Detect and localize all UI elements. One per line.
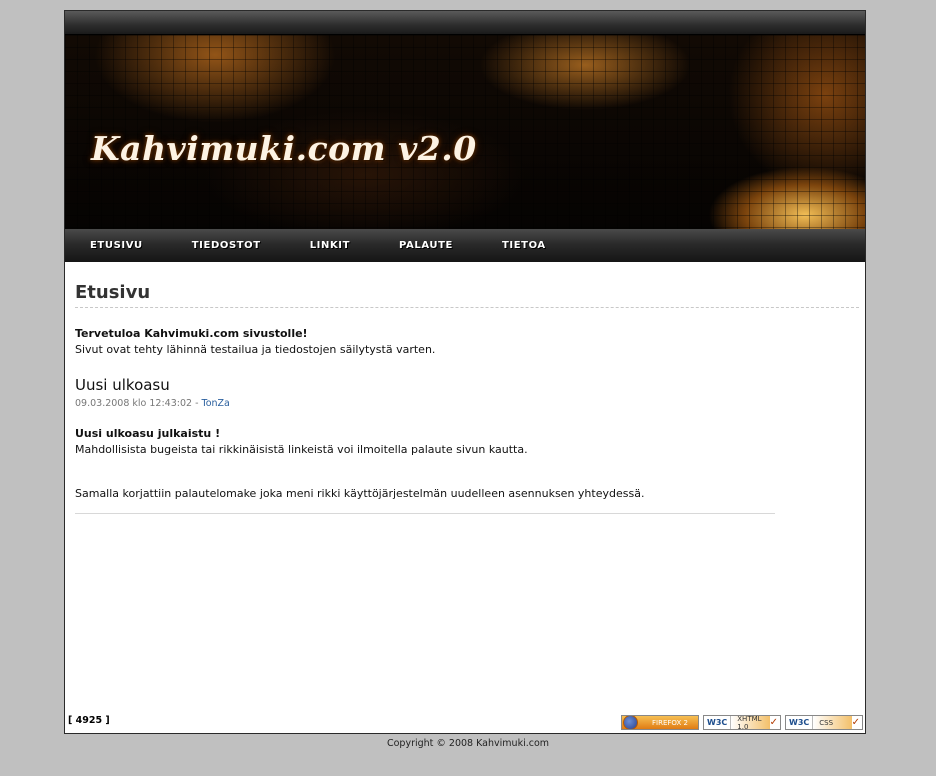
news-body: Uusi ulkoasu julkaistu ! Mahdollisista b… bbox=[75, 426, 775, 502]
firefox-badge-label: FIREFOX 2 bbox=[652, 718, 688, 727]
nav-item-linkit[interactable]: LINKIT bbox=[310, 240, 350, 251]
css-badge-label: CSS bbox=[813, 716, 852, 729]
nav-item-tiedostot[interactable]: TIEDOSTOT bbox=[192, 240, 261, 251]
page-frame: Kahvimuki.com v2.0 ETUSIVU TIEDOSTOT LIN… bbox=[64, 10, 866, 734]
checkmark-icon: ✓ bbox=[851, 717, 860, 728]
firefox-badge[interactable]: FIREFOX 2 bbox=[621, 715, 699, 730]
news-body-line-1: Mahdollisista bugeista tai rikkinäisistä… bbox=[75, 443, 528, 456]
page-title: Etusivu bbox=[75, 282, 859, 308]
nav-item-etusivu[interactable]: ETUSIVU bbox=[90, 240, 143, 251]
visitor-counter: [ 4925 ] bbox=[68, 715, 110, 726]
xhtml-badge-label: XHTML 1.0 bbox=[731, 716, 770, 729]
w3c-logo-icon: W3C bbox=[704, 716, 732, 729]
nav-item-tietoa[interactable]: TIETOA bbox=[502, 240, 546, 251]
xhtml-valid-badge[interactable]: W3C XHTML 1.0 ✓ bbox=[703, 715, 781, 730]
top-bar bbox=[65, 11, 865, 35]
badges: FIREFOX 2 W3C XHTML 1.0 ✓ W3C CSS ✓ bbox=[621, 715, 863, 730]
firefox-logo-icon bbox=[623, 716, 638, 729]
intro-text: Sivut ovat tehty lähinnä testailua ja ti… bbox=[75, 343, 436, 356]
news-author-link[interactable]: TonZa bbox=[202, 398, 230, 409]
news-separator bbox=[75, 513, 775, 514]
css-valid-badge[interactable]: W3C CSS ✓ bbox=[785, 715, 863, 730]
footer-copyright: Copyright © 2008 Kahvimuki.com bbox=[386, 738, 550, 749]
w3c-logo-icon: W3C bbox=[786, 716, 814, 729]
intro-heading: Tervetuloa Kahvimuki.com sivustolle! bbox=[75, 327, 308, 340]
checkmark-icon: ✓ bbox=[769, 717, 778, 728]
news-meta-separator: - bbox=[192, 398, 202, 409]
site-title: Kahvimuki.com v2.0 bbox=[91, 129, 477, 168]
news-meta: 09.03.2008 klo 12:43:02 - TonZa bbox=[75, 398, 859, 409]
nav-item-palaute[interactable]: PALAUTE bbox=[399, 240, 453, 251]
main-content: Etusivu Tervetuloa Kahvimuki.com sivusto… bbox=[65, 262, 865, 514]
news-body-line-2: Samalla korjattiin palautelomake joka me… bbox=[75, 487, 645, 500]
header-banner: Kahvimuki.com v2.0 bbox=[65, 35, 865, 229]
news-date: 09.03.2008 klo 12:43:02 bbox=[75, 398, 193, 409]
news-body-heading: Uusi ulkoasu julkaistu ! bbox=[75, 427, 221, 440]
intro-block: Tervetuloa Kahvimuki.com sivustolle! Siv… bbox=[75, 326, 859, 358]
main-nav: ETUSIVU TIEDOSTOT LINKIT PALAUTE TIETOA bbox=[65, 229, 865, 262]
news-title: Uusi ulkoasu bbox=[75, 376, 170, 394]
